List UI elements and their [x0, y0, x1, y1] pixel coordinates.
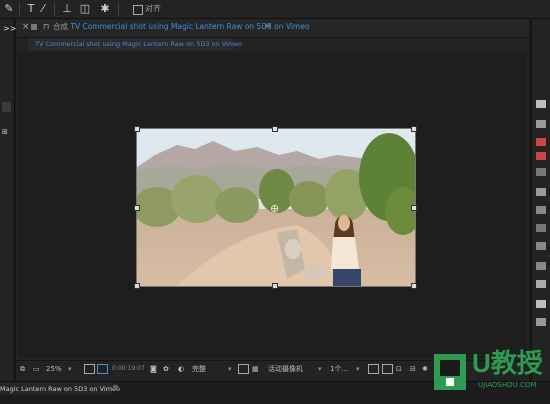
fast-previews-icon[interactable]	[382, 364, 393, 374]
toggle-pixel-aspect-icon[interactable]	[368, 364, 379, 374]
audio-icon[interactable]	[536, 120, 546, 128]
character-icon[interactable]	[536, 188, 546, 196]
paint-icon[interactable]	[536, 242, 546, 250]
expand-panels-chevron-icon[interactable]: >>	[3, 24, 16, 33]
fit-icon[interactable]	[84, 364, 95, 374]
panel-options-icon[interactable]: ≡	[264, 21, 271, 30]
toolbar-divider	[118, 3, 119, 15]
composition-title[interactable]: 合成 TV Commercial shot using Magic Lanter…	[53, 21, 309, 33]
transform-handle[interactable]	[411, 283, 417, 289]
puppet-tool-icon[interactable]: ✱	[98, 3, 112, 15]
composition-tab-label: TV Commercial shot using Magic Lantern R…	[35, 40, 243, 48]
show-channel-icon[interactable]: ◐	[178, 363, 184, 375]
align-icon[interactable]	[536, 168, 546, 176]
transform-handle[interactable]	[134, 126, 140, 132]
timeline-tab-label: Magic Lantern Raw on 5D3 on Vimeo	[0, 385, 121, 393]
toolbar-divider	[19, 3, 20, 15]
region-of-interest-icon[interactable]	[238, 364, 249, 374]
watermark-brand: U教授	[472, 348, 543, 378]
brushes-icon[interactable]	[536, 262, 546, 270]
preview-icon[interactable]	[536, 138, 546, 146]
toolbar-divider	[54, 3, 55, 15]
timeline-icon[interactable]: ⊡	[396, 363, 402, 375]
tracker-icon[interactable]	[536, 224, 546, 232]
left-panel	[0, 19, 15, 381]
anchor-point-icon[interactable]: ⊕	[270, 202, 279, 215]
camera-dropdown[interactable]: 活动摄像机	[268, 363, 303, 375]
paragraph-icon[interactable]	[536, 206, 546, 214]
right-tools-panel	[531, 19, 550, 381]
exposure-icon[interactable]: ✺	[422, 363, 428, 375]
monitor-icon[interactable]: ▭	[33, 363, 40, 375]
mask-icon[interactable]	[536, 318, 546, 326]
composition-title-name: TV Commercial shot using Magic Lantern R…	[70, 22, 310, 31]
transform-handle[interactable]	[134, 283, 140, 289]
transform-handle[interactable]	[272, 126, 278, 132]
always-preview-icon[interactable]: ⧉	[20, 363, 25, 375]
transform-handle[interactable]	[272, 283, 278, 289]
stamp-tool-icon[interactable]: ⊥	[60, 3, 74, 15]
composition-title-prefix: 合成	[53, 22, 68, 31]
views-dropdown[interactable]: 1个...	[330, 363, 348, 375]
chevron-down-icon[interactable]: ▾	[228, 363, 232, 375]
smoother-icon[interactable]	[536, 300, 546, 308]
transform-handle[interactable]	[411, 126, 417, 132]
flowchart-icon[interactable]: ⊟	[410, 363, 416, 375]
close-icon[interactable]: ×	[22, 22, 30, 32]
transform-handle[interactable]	[134, 205, 140, 211]
timeline-menu-icon[interactable]: ≡	[112, 382, 119, 391]
color-channel-icon[interactable]: ✿	[163, 363, 169, 375]
effects-icon[interactable]	[536, 152, 546, 160]
wiggler-icon[interactable]	[536, 280, 546, 288]
panel-tab-icon[interactable]	[2, 102, 11, 112]
snapshot-icon[interactable]: ◙	[150, 363, 157, 375]
tools-toolbar: ✎ T ⁄ ⊥ ◫ ✱ 对齐	[0, 0, 550, 19]
info-icon[interactable]	[536, 100, 546, 108]
title-safe-icon[interactable]	[97, 364, 108, 374]
magnification-dropdown[interactable]: 25%	[46, 363, 62, 375]
chevron-down-icon[interactable]: ▾	[318, 363, 322, 375]
chevron-down-icon[interactable]: ▾	[356, 363, 360, 375]
snap-checkbox[interactable]	[133, 5, 143, 15]
current-time[interactable]: 0:00:19:07	[112, 363, 145, 375]
brush-tool-icon[interactable]: ⁄	[36, 3, 50, 15]
eraser-tool-icon[interactable]: ◫	[78, 3, 92, 15]
resolution-dropdown[interactable]: 完整	[192, 363, 206, 375]
transparency-grid-icon[interactable]: ▦	[252, 363, 259, 375]
network-icon[interactable]: ⊞	[2, 128, 11, 136]
lock-icon[interactable]: ⊓	[43, 22, 49, 31]
snap-label: 对齐	[145, 4, 161, 13]
transform-handle[interactable]	[411, 205, 417, 211]
watermark-url: UJIAOSHOU.COM	[478, 381, 537, 389]
watermark-logo	[434, 354, 466, 390]
panel-menu-icon[interactable]	[31, 24, 37, 30]
chevron-down-icon[interactable]: ▾	[68, 363, 72, 375]
pen-tool-icon[interactable]: ✎	[2, 3, 16, 15]
